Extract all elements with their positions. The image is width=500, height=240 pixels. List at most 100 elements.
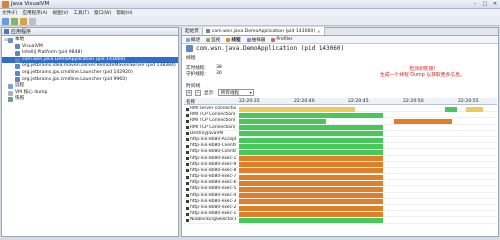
thread-icon bbox=[186, 206, 189, 210]
thread-name: NioBlockingSelector.BlockPoller-1 bbox=[186, 217, 236, 223]
threads-icon bbox=[226, 37, 231, 42]
minimize-button[interactable]: – bbox=[470, 1, 480, 7]
thread-state-bar bbox=[239, 217, 384, 223]
thread-name-label: http-nio-8080-exec-9 bbox=[190, 161, 236, 167]
menu-help[interactable]: 帮助(H) bbox=[116, 10, 132, 16]
coredump-icon[interactable] bbox=[29, 17, 36, 25]
thread-name-label: http-nio-8080-exec-10 bbox=[190, 155, 236, 161]
thread-filter-select[interactable]: 所有线程 ▾ bbox=[217, 89, 254, 96]
thread-icon bbox=[186, 181, 189, 185]
daemon-threads-value: 30 bbox=[216, 71, 222, 76]
threads-section-title: 线程 bbox=[186, 56, 196, 61]
applications-tab-label: 应用程序 bbox=[11, 29, 32, 35]
name-column-header[interactable]: 名称 bbox=[186, 99, 195, 105]
close-window-button[interactable]: ✕ bbox=[490, 1, 500, 7]
thread-row[interactable]: NioBlockingSelector.BlockPoller-1 bbox=[184, 217, 497, 224]
subtab-threads[interactable]: 线程 bbox=[226, 37, 241, 43]
thread-state-bar bbox=[239, 149, 384, 155]
applications-tree: ⊟ 本地 VisualVM IntelliJ Platform (pid 9848) c… bbox=[2, 36, 178, 103]
thread-name: http-nio-8080-exec-2 bbox=[186, 205, 236, 211]
thread-name-label: http-nio-8080-exec-6 bbox=[190, 180, 236, 186]
thread-name: http-nio-8080-exec-6 bbox=[186, 180, 236, 186]
menu-file[interactable]: 文件(F) bbox=[2, 10, 17, 16]
tree-item-label: org.jetbrains.idea.maven.server.RemoteMa… bbox=[22, 63, 176, 69]
thread-state-bar bbox=[239, 162, 384, 168]
thread-state-bar bbox=[239, 143, 384, 149]
thread-state-bar bbox=[239, 156, 384, 162]
tree-item-label: IntelliJ Platform (pid 9848) bbox=[22, 50, 83, 56]
chevron-down-icon: ▾ bbox=[249, 90, 252, 95]
visualvm-logo-icon bbox=[2, 1, 9, 8]
subtab-monitor[interactable]: 监视 bbox=[206, 37, 220, 43]
snapshot-icon bbox=[8, 97, 13, 103]
time-tick: 22:20:40 bbox=[294, 99, 315, 104]
java-app-icon bbox=[186, 45, 193, 52]
view-subtabs: 概述 监视 线程 抽样器 Profiler bbox=[182, 36, 498, 44]
tree-item[interactable]: org.jetbrains.jps.cmdline.Launcher (pid … bbox=[2, 70, 178, 77]
zoom-out-button[interactable]: − bbox=[195, 89, 201, 96]
zoom-in-button[interactable]: + bbox=[186, 89, 192, 96]
java-app-icon bbox=[15, 44, 20, 50]
add-host-icon[interactable] bbox=[11, 17, 18, 25]
thread-name-label: http-nio-8080-ClientPoller-1 bbox=[190, 143, 236, 149]
thread-state-bar bbox=[393, 118, 452, 124]
monitor-icon bbox=[206, 37, 211, 42]
applications-panel: 应用程序 ⊟ 本地 VisualVM IntelliJ Platform (pid 9… bbox=[1, 27, 179, 237]
thread-name-label: http-nio-8080-exec-7 bbox=[190, 174, 236, 180]
tree-item[interactable]: org.jetbrains.idea.maven.server.RemoteMa… bbox=[2, 63, 178, 70]
menu-window[interactable]: 窗口(W) bbox=[94, 10, 111, 16]
tree-item[interactable]: VM 核心 dump bbox=[2, 90, 178, 97]
thread-icon bbox=[186, 157, 189, 160]
thread-state-bar bbox=[239, 106, 355, 112]
thread-name: RMI server connection timer bbox=[186, 106, 236, 112]
thread-icon bbox=[186, 144, 189, 148]
application-header: com.wsn.java.DemoApplication (pid 143060… bbox=[186, 45, 344, 52]
java-app-icon bbox=[15, 50, 20, 56]
subtab-profiler-label: Profiler bbox=[276, 37, 293, 42]
live-threads-value: 38 bbox=[216, 65, 222, 70]
tree-item[interactable]: 快照 bbox=[2, 96, 178, 103]
menu-view[interactable]: 视图(V) bbox=[53, 10, 69, 16]
document-tabs: 起始页 com.wsn.java.DemoApplication (pid 14… bbox=[182, 27, 498, 36]
tab-start-page[interactable]: 起始页 bbox=[182, 27, 203, 35]
time-tick: 22:20:50 bbox=[403, 99, 424, 104]
thread-name-label: RMI TCP Connection(3)-127.0.0.1 bbox=[190, 124, 236, 130]
close-tab-icon[interactable]: ✕ bbox=[317, 29, 320, 34]
computer-icon bbox=[8, 37, 13, 43]
thread-name: http-nio-8080-exec-1 bbox=[186, 211, 236, 217]
thread-name-label: http-nio-8080-exec-4 bbox=[190, 192, 236, 198]
thread-name-label: http-nio-8080-exec-1 bbox=[190, 211, 236, 217]
overview-icon bbox=[186, 37, 190, 42]
add-jmx-icon[interactable] bbox=[2, 17, 9, 25]
thread-timeline: RMI server connection timerRMI TCP Conne… bbox=[184, 106, 497, 224]
thread-name: RMI TCP Connection(3)-127.0.0.1 bbox=[186, 125, 236, 131]
tree-item[interactable]: ⊟ 本地 bbox=[2, 37, 178, 44]
tree-item[interactable]: org.jetbrains.jps.cmdline.Launcher (pid … bbox=[2, 77, 178, 84]
title-bar: Java VisualVM – □ ✕ bbox=[0, 0, 500, 9]
tree-item[interactable]: IntelliJ Platform (pid 9848) bbox=[2, 50, 178, 57]
thread-state-bar bbox=[239, 118, 326, 124]
applications-tab[interactable]: 应用程序 bbox=[2, 28, 178, 36]
tree-item[interactable]: 远程 bbox=[2, 83, 178, 90]
thread-state-bar bbox=[445, 106, 457, 112]
thread-name-label: http-nio-8080-exec-2 bbox=[190, 205, 236, 210]
thread-name: RMI TCP Connection(7)-127.0.0.1 bbox=[186, 112, 236, 118]
java-app-icon bbox=[15, 64, 20, 70]
tab-demo-application[interactable]: com.wsn.java.DemoApplication (pid 143060… bbox=[202, 27, 325, 35]
thread-icon bbox=[186, 132, 189, 136]
network-icon bbox=[8, 83, 13, 89]
menu-tools[interactable]: 工具(T) bbox=[73, 10, 89, 16]
subtab-sampler[interactable]: 抽样器 bbox=[246, 37, 265, 43]
deadlock-alert-link[interactable]: 生成一个线程 Dump 以获取更多信息。 bbox=[380, 73, 465, 79]
show-label: 显示: bbox=[204, 90, 215, 96]
time-tick: 22:20:45 bbox=[348, 99, 369, 104]
thread-name: http-nio-8080-exec-3 bbox=[186, 199, 236, 205]
subtab-overview[interactable]: 概述 bbox=[186, 37, 200, 43]
thread-icon bbox=[186, 138, 189, 142]
subtab-profiler[interactable]: Profiler bbox=[271, 37, 293, 42]
thread-icon bbox=[186, 218, 189, 222]
maximize-button[interactable]: □ bbox=[480, 1, 490, 7]
menu-application[interactable]: 应用程序(A) bbox=[22, 10, 47, 16]
thread-state-bar bbox=[239, 193, 384, 199]
load-snapshot-icon[interactable] bbox=[20, 17, 27, 25]
